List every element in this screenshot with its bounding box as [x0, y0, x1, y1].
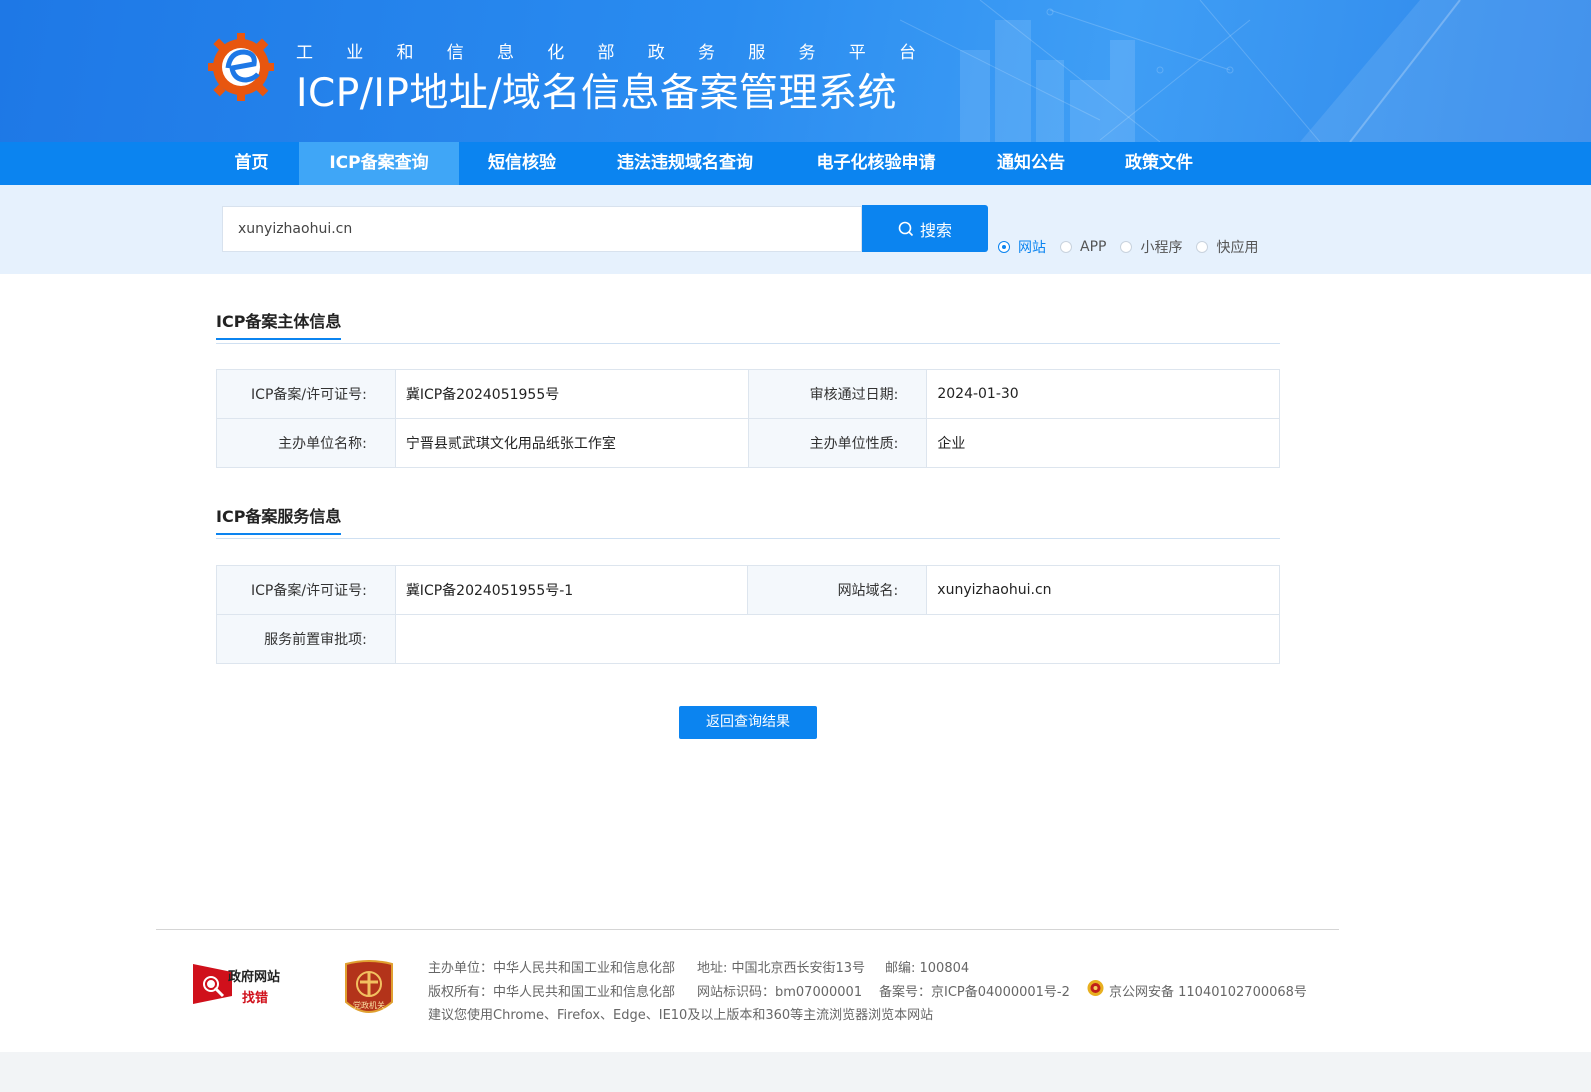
organizer-name-value: 宁晋县贰武琪文化用品纸张工作室	[394, 418, 749, 468]
license-value: 冀ICP备2024051955号	[394, 369, 749, 419]
subtitle-char: 政	[647, 43, 665, 63]
footer-divider	[156, 929, 1339, 930]
nav-item-notices[interactable]: 通知公告	[980, 142, 1082, 185]
organizer-name-label: 主办单位名称:	[216, 418, 396, 468]
footer-copyright: 版权所有：中华人民共和国工业和信息化部	[428, 985, 676, 1000]
nav-item-home[interactable]: 首页	[218, 142, 285, 185]
service-section-title: ICP备案服务信息	[216, 503, 342, 535]
subtitle-char: 化	[547, 43, 565, 63]
service-license-label: ICP备案/许可证号:	[216, 565, 396, 615]
police-badge-icon	[1087, 980, 1104, 996]
search-type-options: 网站 APP 小程序 快应用	[998, 237, 1272, 257]
return-results-button[interactable]: 返回查询结果	[679, 706, 817, 739]
license-label: ICP备案/许可证号:	[216, 369, 396, 419]
domain-value: xunyizhaohui.cn	[926, 565, 1280, 615]
party-gov-link[interactable]: 党政机关	[342, 960, 396, 1022]
organizer-nature-value: 企业	[926, 418, 1280, 468]
radio-quick-app[interactable]: 快应用	[1196, 237, 1258, 257]
search-icon	[898, 221, 914, 236]
search-button[interactable]: 搜索	[862, 205, 988, 252]
footer-browser-note: 建议您使用Chrome、Firefox、Edge、IE10及以上版本和360等主…	[428, 1008, 934, 1023]
organizer-nature-label: 主办单位性质:	[747, 418, 928, 468]
radio-label: APP	[1080, 239, 1107, 255]
nav-item-illegal-domain[interactable]: 违法违规域名查询	[600, 142, 770, 185]
radio-app[interactable]: APP	[1060, 239, 1106, 255]
subject-section-title: ICP备案主体信息	[216, 308, 342, 340]
subtitle-char: 工	[296, 43, 313, 63]
divider	[216, 343, 1280, 344]
radio-label: 快应用	[1216, 240, 1259, 256]
subtitle-char: 平	[848, 43, 866, 63]
system-title: ICP/IP地址/域名信息备案管理系统	[296, 71, 898, 116]
footer-sponsor: 主办单位：中华人民共和国工业和信息化部	[428, 961, 676, 976]
subtitle-char: 信	[446, 43, 464, 63]
city-skyline-decoration	[900, 0, 1591, 142]
gov-logo-subtext: 找错	[242, 991, 269, 1006]
nav-item-policy[interactable]: 政策文件	[1108, 142, 1210, 185]
subtitle-char: 部	[597, 43, 615, 63]
subtitle-char: 务	[798, 43, 816, 63]
approval-date-label: 审核通过日期:	[747, 369, 928, 419]
platform-subtitle: 工业和信息化部政务服务平台	[296, 38, 916, 63]
subtitle-char: 务	[698, 43, 715, 63]
pre-approval-label: 服务前置审批项:	[216, 614, 396, 664]
footer-police-no[interactable]: 京公网安备 11040102700068号	[1109, 981, 1307, 1000]
footer-record-no[interactable]: 备案号：京ICP备04000001号-2	[879, 981, 1070, 1000]
nav-item-sms-verify[interactable]: 短信核验	[472, 142, 572, 185]
party-logo-text: 党政机关	[353, 1000, 385, 1010]
subtitle-char: 息	[497, 43, 514, 63]
search-area: 搜索 网站 APP 小程序 快应用	[0, 185, 1591, 274]
subject-info-table: ICP备案/许可证号: 冀ICP备2024051955号 审核通过日期: 202…	[216, 369, 1280, 468]
miit-logo-icon	[208, 33, 274, 101]
footer-site-id: 网站标识码：bm07000001	[697, 985, 863, 1000]
subtitle-char: 和	[396, 43, 414, 63]
subtitle-char: 服	[748, 43, 766, 63]
gov-logo-text: 政府网站	[228, 970, 281, 985]
nav-item-e-verify[interactable]: 电子化核验申请	[800, 142, 952, 185]
party-gov-badge-icon: 党政机关	[345, 960, 393, 1013]
gov-website-error-link[interactable]: 政府网站 找错	[192, 962, 292, 1006]
radio-label: 网站	[1018, 240, 1046, 256]
service-license-value: 冀ICP备2024051955号-1	[394, 565, 749, 615]
radio-mini-program[interactable]: 小程序	[1120, 237, 1182, 257]
approval-date-value: 2024-01-30	[926, 369, 1280, 419]
radio-label: 小程序	[1140, 240, 1183, 256]
footer-bottom-band	[0, 1052, 1591, 1092]
radio-website[interactable]: 网站	[998, 237, 1046, 257]
subtitle-char: 台	[899, 43, 916, 63]
search-button-label: 搜索	[919, 220, 952, 240]
subtitle-char: 业	[346, 43, 364, 63]
service-info-table: ICP备案/许可证号: 冀ICP备2024051955号-1 网站域名: xun…	[216, 565, 1281, 664]
nav-item-icp-query[interactable]: ICP备案查询	[299, 142, 459, 185]
pre-approval-value	[394, 614, 1281, 664]
domain-label: 网站域名:	[747, 565, 928, 615]
header-banner: 工 业 和 信 息 化 部 政 务 服 务 平 台 ICP/IP地址/域名信息备案管理系统	[0, 0, 1591, 142]
footer-postcode: 邮编: 100804	[885, 961, 970, 976]
footer-address: 地址: 中国北京西长安街13号	[697, 961, 866, 976]
search-input[interactable]	[222, 206, 862, 252]
divider	[216, 538, 1280, 539]
main-nav: 首页 ICP备案查询 短信核验 违法违规域名查询 电子化核验申请 通知公告 政策…	[0, 142, 1591, 185]
